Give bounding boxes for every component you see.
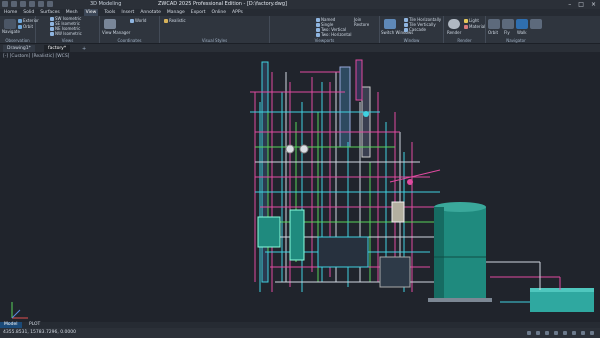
group-visual-styles: Realistic Visual Styles — [160, 16, 270, 43]
menu-tab-tools[interactable]: Tools — [104, 9, 115, 16]
render-teapot-icon[interactable] — [448, 19, 460, 29]
quick-access-toolbar — [2, 0, 53, 7]
restore-button[interactable]: Restore — [354, 22, 369, 27]
group-views: SW Isometric SE Isometric NE Isometric N… — [36, 16, 100, 43]
maximize-icon[interactable]: □ — [578, 0, 584, 9]
window-title: ZWCAD 2025 Professional Edition - [D:\fa… — [158, 1, 287, 7]
drawing-canvas[interactable] — [0, 52, 600, 322]
group-label-navigator: Navigator — [506, 38, 526, 43]
orbit-button[interactable]: Orbit — [18, 24, 33, 29]
menu-tab-export[interactable]: Export — [191, 9, 206, 16]
group-label-coordinates: Coordinates — [117, 38, 142, 43]
status-bar: 4355.8531, 15783.7296, 0.0000 — [0, 328, 600, 338]
group-label-viewports: Viewports — [314, 38, 335, 43]
group-render: Render Light Material Render — [444, 16, 486, 43]
polar-toggle-icon[interactable] — [554, 331, 558, 335]
customize-menu-icon[interactable] — [590, 331, 594, 335]
orbit-nav-icon[interactable] — [488, 19, 500, 29]
menu-tab-solid[interactable]: Solid — [23, 9, 34, 16]
annotation-scale-icon[interactable] — [572, 331, 576, 335]
save-icon[interactable] — [29, 1, 35, 7]
orbit-nav-button[interactable]: Orbit — [488, 30, 498, 35]
navigate-icon[interactable] — [4, 19, 16, 29]
navigate-button[interactable]: Navigate — [2, 29, 20, 34]
group-window: Switch Windows Tile Horizontally Tile Ve… — [380, 16, 444, 43]
undo-icon[interactable] — [38, 1, 44, 7]
minimize-icon[interactable]: – — [568, 0, 571, 9]
viewport-label[interactable]: [-] [Custom] [Realistic] [WCS] — [3, 54, 69, 59]
walk-button[interactable]: Walk — [517, 30, 527, 35]
menu-tab-online[interactable]: Online — [212, 9, 227, 16]
new-file-icon[interactable] — [11, 1, 17, 7]
group-label-window: Window — [403, 38, 420, 43]
doc-tab-factory[interactable]: factory* — [44, 45, 71, 52]
ribbon-tabs: Home Solid Surfaces Mesh View Tools Insert Anno… — [0, 9, 600, 16]
two-horizontal-button[interactable]: Two: Horizontal — [316, 32, 352, 37]
fly-icon[interactable] — [502, 19, 514, 29]
status-controls — [527, 331, 594, 335]
group-label-render: Render — [457, 38, 472, 43]
group-observation: Navigate Exterior Orbit Observation — [0, 16, 39, 43]
walk-icon[interactable] — [516, 19, 528, 29]
ribbon-panel: Navigate Exterior Orbit Observation SW I… — [0, 16, 600, 44]
light-button[interactable]: Light — [464, 18, 479, 23]
ortho-toggle-icon[interactable] — [545, 331, 549, 335]
menu-tab-surfaces[interactable]: Surfaces — [40, 9, 60, 16]
menu-tab-home[interactable]: Home — [4, 9, 17, 16]
world-ucs-dropdown[interactable]: World — [130, 18, 146, 23]
small-tank — [530, 288, 594, 312]
window-controls: – □ × — [568, 0, 596, 9]
viewcube-icon[interactable] — [530, 19, 542, 29]
close-icon[interactable]: × — [591, 0, 596, 9]
app-menu-icon[interactable] — [2, 1, 8, 7]
workspace-gear-icon[interactable] — [581, 331, 585, 335]
menu-tab-insert[interactable]: Insert — [121, 9, 134, 16]
group-label-views: Views — [61, 38, 74, 43]
menu-tab-view[interactable]: View — [83, 9, 99, 16]
coordinate-readout: 4355.8531, 15783.7296, 0.0000 — [3, 330, 76, 335]
group-navigator: Orbit Fly Walk Navigator — [486, 16, 546, 43]
title-bar: 3D Modeling ZWCAD 2025 Professional Edit… — [0, 0, 600, 9]
group-coordinates: View Manager World Coordinates — [100, 16, 160, 43]
workspace-selector[interactable]: 3D Modeling — [90, 0, 121, 9]
document-tabs: Drawing1* factory* + — [0, 44, 600, 52]
storage-tank — [428, 202, 492, 302]
menu-tab-mesh[interactable]: Mesh — [66, 9, 78, 16]
group-label-observation: Observation — [5, 38, 30, 43]
fly-button[interactable]: Fly — [504, 30, 510, 35]
menu-tab-apps[interactable]: APPs — [232, 9, 243, 16]
factory-3d-model — [250, 59, 594, 312]
view-manager-button[interactable]: View Manager — [102, 30, 130, 35]
open-file-icon[interactable] — [20, 1, 26, 7]
view-manager-icon[interactable] — [104, 19, 116, 29]
cascade-button[interactable]: Cascade — [404, 27, 426, 32]
group-label-visual-styles: Visual Styles — [201, 38, 228, 43]
snap-toggle-icon[interactable] — [536, 331, 540, 335]
nw-isometric-button[interactable]: NW Isometric — [50, 31, 82, 36]
redo-icon[interactable] — [47, 1, 53, 7]
grid-toggle-icon[interactable] — [527, 331, 531, 335]
menu-tab-annotate[interactable]: Annotate — [140, 9, 161, 16]
doc-tab-drawing1[interactable]: Drawing1* — [3, 45, 35, 52]
switch-windows-icon[interactable] — [384, 19, 396, 29]
osnap-toggle-icon[interactable] — [563, 331, 567, 335]
ucs-icon — [11, 302, 28, 319]
group-viewports: Named Single Two: Vertical Two: Horizont… — [270, 16, 380, 43]
menu-tab-manage[interactable]: Manage — [167, 9, 185, 16]
material-button[interactable]: Material — [464, 24, 485, 29]
visual-style-dropdown[interactable]: Realistic — [164, 18, 186, 23]
render-button[interactable]: Render — [447, 30, 461, 35]
